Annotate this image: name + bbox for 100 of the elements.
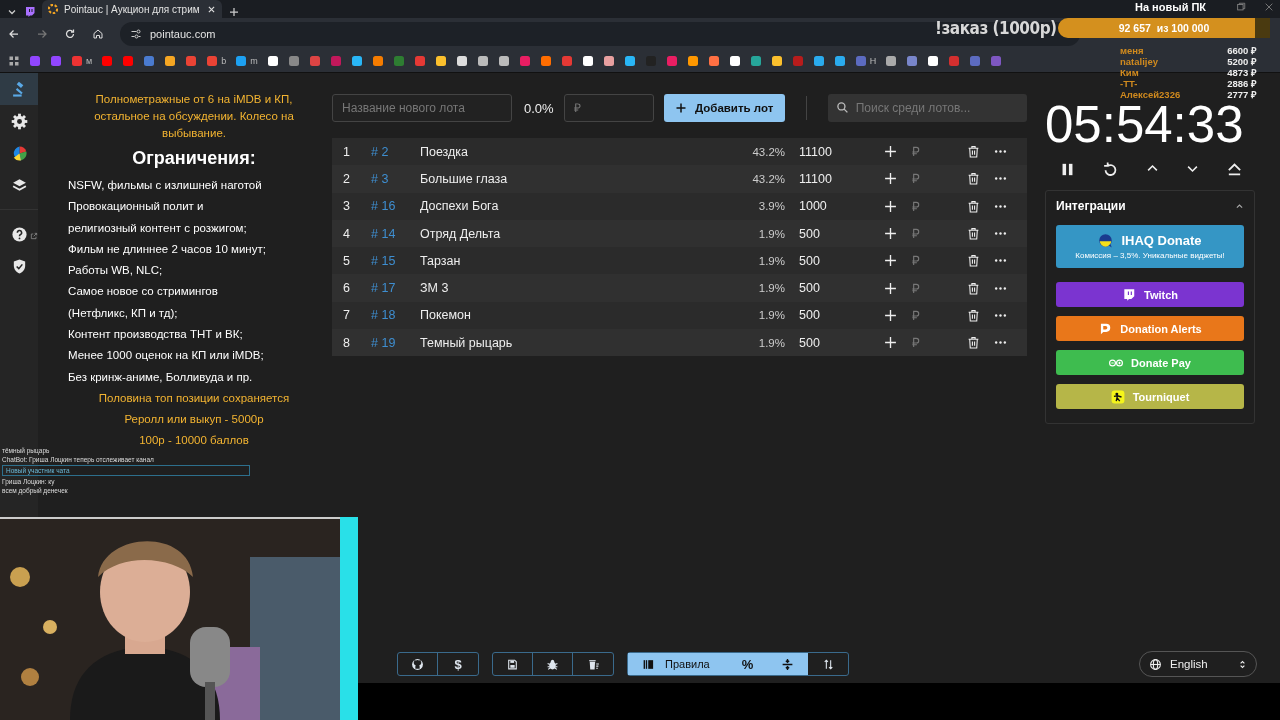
donor-name: -TT- [1120,78,1138,89]
lot-percent: 1.9% [757,336,785,349]
ruble-icon[interactable] [910,309,921,321]
layers-icon [10,176,28,194]
eject-icon[interactable] [1226,161,1243,178]
lot-amount: 500 [798,308,821,323]
delete-icon[interactable] [967,145,980,159]
delete-icon[interactable] [967,308,980,322]
plus-icon[interactable] [884,281,897,295]
reload-icon[interactable] [64,28,76,40]
bookmark-label[interactable]: b [221,56,227,66]
add-lot-button[interactable]: Добавить лот [663,94,785,122]
rules-button[interactable]: Правила [628,653,728,675]
ruble-icon[interactable] [910,146,921,158]
rules-intro: Полнометражные от 6 на iMDB и КП, остальное на обсуждении. Колесо на выбывание. [93,92,295,141]
bookmark-icon[interactable] [476,55,489,67]
amount-field[interactable]: ₽ [563,94,654,122]
integration-button[interactable]: Twitch [1056,282,1244,307]
lot-amount: 500 [798,281,821,296]
place-number: 6 [342,281,351,296]
delete-icon[interactable] [967,281,980,295]
restart-icon[interactable] [1101,161,1119,178]
delete-icon[interactable] [967,336,980,350]
lot-percent: 3.9% [757,200,785,213]
forward-icon[interactable] [36,28,48,40]
bookmark-icon[interactable] [623,55,636,67]
bookmark-icon[interactable] [164,55,177,67]
figure-icon [1110,389,1125,404]
bookmark-icon[interactable] [266,55,279,67]
bookmark-icon[interactable] [686,55,699,67]
bookmark-icon[interactable] [602,55,615,67]
plus-icon[interactable] [884,308,897,322]
bookmark-label[interactable]: m [250,56,258,66]
ruble-icon[interactable] [910,173,921,185]
bookmark-icon[interactable] [350,55,363,67]
new-tab-icon[interactable] [228,6,240,18]
search-field[interactable]: Поиск среди лотов... [827,94,1027,122]
back-icon[interactable] [8,28,20,40]
donor-name: natalijey [1120,56,1159,67]
bookmark-label[interactable]: м [86,56,93,66]
donor-amount: 4873 ₽ [1227,67,1257,78]
ruble-icon[interactable] [910,282,921,294]
place-number: 7 [342,308,351,323]
plus-icon[interactable] [884,172,897,186]
ruble-icon[interactable] [910,255,921,267]
twitch-icon[interactable] [24,6,36,18]
lot-name: Темный рыцарь [420,335,514,350]
delete-icon[interactable] [967,172,980,186]
split-button[interactable] [768,653,808,675]
apps-icon[interactable] [8,55,20,67]
browser-tab[interactable]: Pointauc | Аукцион для стрим [42,0,222,18]
ruble-icon[interactable] [910,337,921,349]
bookmark-icon[interactable] [581,55,594,67]
ruble-icon[interactable] [910,200,921,212]
lot-amount: 11100 [798,171,833,186]
plus-icon [674,102,687,114]
bookmark-icon[interactable] [455,55,468,67]
delete-icon[interactable] [967,254,980,268]
bookmark-icon[interactable] [770,55,783,67]
ruble-icon[interactable] [910,228,921,240]
delete-icon[interactable] [967,227,980,241]
plus-icon[interactable] [884,199,897,213]
dollar-button[interactable]: $ [438,653,478,675]
place-number: 2 [342,171,351,186]
bookmark-icon[interactable] [728,55,741,67]
delete-icon[interactable] [967,199,980,213]
lot-amount: 500 [798,253,821,268]
lot-name: Доспехи Бога [420,199,500,214]
donor-amount: 5200 ₽ [1227,56,1257,67]
chevron-up-icon[interactable] [1235,201,1244,211]
restore-icon[interactable] [1236,2,1246,12]
globe-icon [1149,657,1162,671]
bookmark-icon[interactable] [497,55,510,67]
place-number: 5 [342,253,351,268]
bookmark-label[interactable]: Н [869,56,877,66]
split-icon [781,657,794,671]
bookmark-icon[interactable] [927,55,940,67]
mascot-icon [1098,233,1114,248]
rules-note: Реролл или выкуп - 5000р [123,411,265,427]
bookmark-icon[interactable] [885,55,898,67]
lot-name: Отряд Дельта [420,226,502,241]
rule-item: (Нетфликс, КП и тд); [68,305,179,321]
plus-icon[interactable] [884,336,897,350]
lot-name-field[interactable]: Название нового лота [332,94,512,122]
percent-button[interactable]: % [728,653,768,675]
updown-icon [1238,659,1247,669]
color-wheel-icon [48,4,58,14]
rules-note: Половина топ позиции сохраняется [97,390,291,406]
lot-percent: 1.9% [757,254,785,267]
lot-id: # 19 [371,335,397,350]
plus-icon[interactable] [884,227,897,241]
bookmark-icon[interactable] [434,55,447,67]
lot-name: Тарзан [420,253,462,268]
rule-item: Менее 1000 оценок на КП или iMDB; [68,348,265,364]
home-icon[interactable] [92,28,104,40]
close-icon[interactable] [1264,2,1274,12]
plus-icon[interactable] [884,145,897,159]
plus-icon[interactable] [884,254,897,268]
donor-name: Ким [1120,67,1139,78]
lot-percent: 1.9% [757,227,785,240]
